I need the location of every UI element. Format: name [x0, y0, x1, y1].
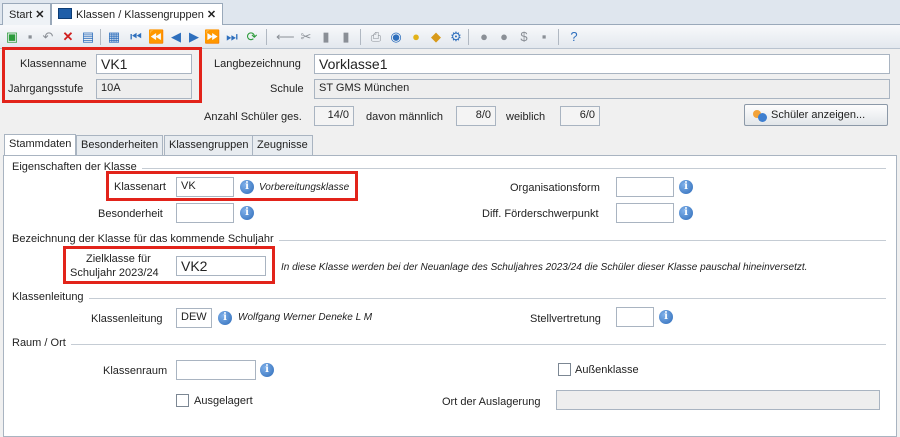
paste-icon[interactable]: ▮: [338, 28, 354, 45]
toolbar-separator: [558, 29, 559, 45]
highlight-box: [63, 246, 275, 284]
broom-icon[interactable]: ◆: [428, 28, 444, 45]
settings-icon[interactable]: ⚙: [448, 28, 464, 45]
maennlich-field: 8/0: [456, 106, 496, 126]
anzahl-field: 14/0: [314, 106, 354, 126]
ausgelagert-checkbox[interactable]: [176, 394, 189, 407]
grid-icon: [58, 8, 72, 19]
organisationsform-field[interactable]: [616, 177, 674, 197]
highlight-box: [106, 171, 358, 201]
first-icon[interactable]: ⏮: [128, 28, 144, 45]
tab-start-label: Start: [9, 9, 33, 21]
toolbar-separator: [360, 29, 361, 45]
cut-icon[interactable]: ✂: [298, 28, 314, 45]
next-page-icon[interactable]: ⏩: [204, 28, 220, 45]
last-icon[interactable]: ⏭: [224, 28, 240, 45]
besonderheit-label: Besonderheit: [98, 208, 163, 220]
foerderschwerpunkt-label: Diff. Förderschwerpunkt: [482, 208, 599, 220]
raum-title: Raum / Ort: [12, 337, 71, 349]
info-icon[interactable]: i: [679, 206, 693, 220]
new-icon[interactable]: ▣: [4, 28, 20, 45]
tab-klassengruppen[interactable]: Klassengruppen: [164, 135, 254, 155]
langbezeichnung-label: Langbezeichnung: [214, 58, 301, 70]
money-icon[interactable]: $: [516, 28, 532, 45]
help-icon[interactable]: ?: [566, 28, 582, 45]
toolbar-separator: [100, 29, 101, 45]
export-icon[interactable]: ▤: [80, 28, 96, 45]
next-icon[interactable]: ▶: [186, 28, 202, 45]
document-tab-bar: Start ✕ Klassen / Klassengruppen ✕: [0, 0, 900, 26]
klassenleitung-field[interactable]: DEW: [176, 308, 212, 328]
tab-zeugnisse[interactable]: Zeugnisse: [252, 135, 313, 155]
klassenraum-label: Klassenraum: [103, 365, 168, 377]
prev-icon[interactable]: ◀: [168, 28, 184, 45]
group-divider: [12, 298, 886, 299]
schueler-anzeigen-button[interactable]: Schüler anzeigen...: [744, 104, 888, 126]
aussenklasse-label: Außenklasse: [575, 364, 639, 376]
copy-form-icon[interactable]: ▦: [106, 28, 122, 45]
schule-label: Schule: [270, 83, 304, 95]
schule-field[interactable]: ST GMS München: [314, 79, 890, 99]
info-icon[interactable]: i: [240, 206, 254, 220]
stellvertretung-label: Stellvertretung: [530, 313, 601, 325]
toolbar: ▣ ▪ ↶ ✕ ▤ ▦ ⏮ ⏪ ◀ ▶ ⏩ ⏭ ⟳ ⟵ ✂ ▮ ▮ ⎙ ◉ ● …: [0, 25, 900, 49]
foerderschwerpunkt-field[interactable]: [616, 203, 674, 223]
tab-start[interactable]: Start ✕: [2, 3, 52, 25]
maennlich-label: davon männlich: [366, 111, 444, 123]
langbezeichnung-field[interactable]: Vorklasse1: [314, 54, 890, 74]
close-icon[interactable]: ✕: [207, 9, 216, 21]
weiblich-label: weiblich: [506, 111, 546, 123]
anzahl-label: Anzahl Schüler ges.: [204, 111, 302, 123]
info-icon[interactable]: i: [659, 310, 673, 324]
ausgelagert-label: Ausgelagert: [194, 395, 253, 407]
info-icon[interactable]: i: [260, 363, 274, 377]
organisationsform-label: Organisationsform: [510, 182, 600, 194]
group-divider: [12, 344, 886, 345]
tab-besonderheiten[interactable]: Besonderheiten: [76, 135, 164, 155]
tab-klassen[interactable]: Klassen / Klassengruppen ✕: [51, 3, 224, 26]
print-icon[interactable]: ⎙: [368, 28, 384, 45]
preview-icon[interactable]: ◉: [388, 28, 404, 45]
stellvertretung-field[interactable]: [616, 307, 654, 327]
ort-label: Ort der Auslagerung: [442, 396, 541, 408]
people-icon: [753, 108, 767, 122]
prev-page-icon[interactable]: ⏪: [148, 28, 164, 45]
info-icon[interactable]: i: [679, 180, 693, 194]
notes-icon[interactable]: ▪: [536, 28, 552, 45]
users-icon[interactable]: ●: [476, 28, 492, 45]
highlight-box: [2, 47, 202, 103]
klassenleitung-label: Klassenleitung: [91, 313, 163, 325]
copy-icon[interactable]: ▮: [318, 28, 334, 45]
bulb-icon[interactable]: ●: [408, 28, 424, 45]
undo-icon[interactable]: ↶: [40, 28, 56, 45]
zielklasse-hint: In diese Klasse werden bei der Neuanlage…: [281, 262, 808, 273]
schueler-anzeigen-label: Schüler anzeigen...: [771, 109, 866, 121]
aussenklasse-checkbox[interactable]: [558, 363, 571, 376]
klassenleitung-name: Wolfgang Werner Deneke L M: [238, 312, 373, 323]
zielklasse-title: Bezeichnung der Klasse für das kommende …: [12, 233, 279, 245]
refresh-icon[interactable]: ⟳: [244, 28, 260, 45]
klassenraum-field[interactable]: [176, 360, 256, 380]
save-icon[interactable]: ▪: [22, 28, 38, 45]
toolbar-separator: [468, 29, 469, 45]
klassenleitung-title: Klassenleitung: [12, 291, 89, 303]
ort-field[interactable]: [556, 390, 880, 410]
toolbar-separator: [266, 29, 267, 45]
tab-klassen-label: Klassen / Klassengruppen: [76, 9, 204, 21]
delete-icon[interactable]: ✕: [60, 28, 76, 45]
weiblich-field: 6/0: [560, 106, 600, 126]
tab-stammdaten[interactable]: Stammdaten: [4, 134, 77, 155]
back-arrow-icon[interactable]: ⟵: [276, 28, 295, 45]
users-edit-icon[interactable]: ●: [496, 28, 512, 45]
info-icon[interactable]: i: [218, 311, 232, 325]
besonderheit-field[interactable]: [176, 203, 234, 223]
group-divider: [12, 168, 886, 169]
close-icon[interactable]: ✕: [35, 9, 44, 21]
